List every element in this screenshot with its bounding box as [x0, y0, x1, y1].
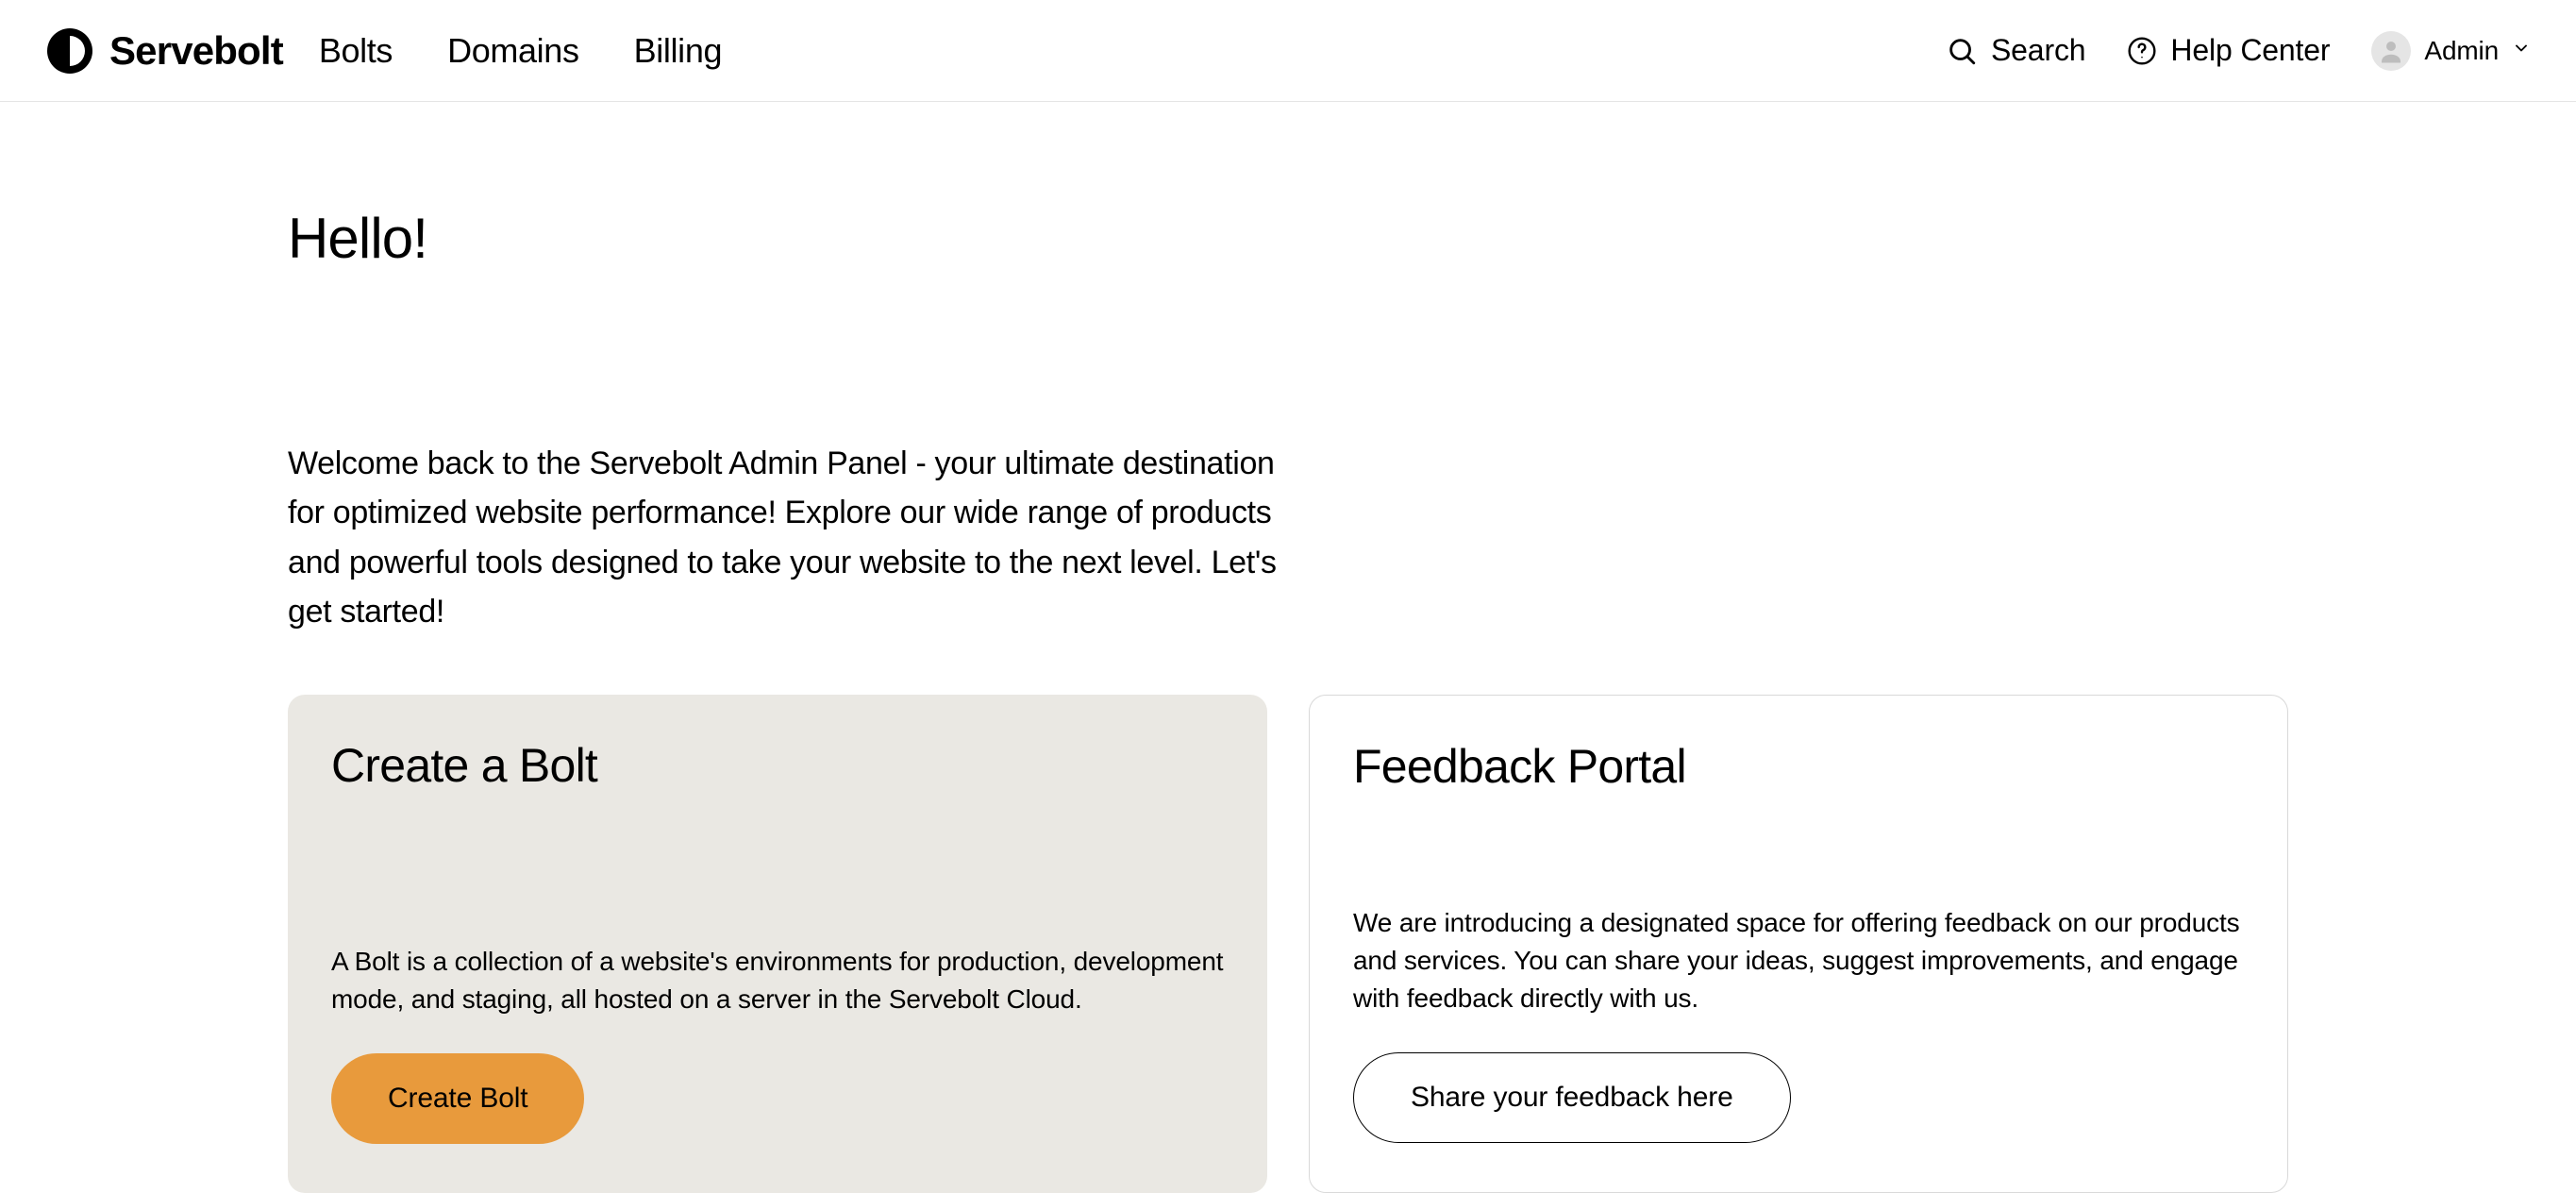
app-header: Servebolt Bolts Domains Billing Search — [0, 0, 2576, 102]
feedback-button[interactable]: Share your feedback here — [1353, 1052, 1791, 1143]
search-button[interactable]: Search — [1946, 33, 2085, 68]
chevron-down-icon — [2512, 39, 2531, 62]
search-icon — [1946, 35, 1978, 67]
user-name: Admin — [2424, 36, 2499, 66]
nav-bolts[interactable]: Bolts — [319, 31, 393, 71]
feedback-card: Feedback Portal We are introducing a des… — [1309, 695, 2288, 1193]
create-bolt-button[interactable]: Create Bolt — [331, 1053, 584, 1144]
help-label: Help Center — [2170, 33, 2330, 68]
logo-mark-icon — [45, 26, 94, 76]
create-bolt-card: Create a Bolt A Bolt is a collection of … — [288, 695, 1267, 1193]
feedback-title: Feedback Portal — [1353, 739, 2244, 794]
user-menu[interactable]: Admin — [2371, 31, 2531, 71]
cards-row: Create a Bolt A Bolt is a collection of … — [288, 695, 2288, 1193]
create-bolt-body: A Bolt is a collection of a website's en… — [331, 943, 1224, 1018]
help-icon — [2127, 36, 2157, 66]
logo[interactable]: Servebolt — [45, 26, 283, 76]
welcome-text: Welcome back to the Servebolt Admin Pane… — [288, 439, 1297, 636]
avatar — [2371, 31, 2411, 71]
search-label: Search — [1991, 33, 2085, 68]
feedback-body: We are introducing a designated space fo… — [1353, 904, 2244, 1017]
header-right: Search Help Center Admin — [1946, 31, 2531, 71]
nav-domains[interactable]: Domains — [447, 31, 579, 71]
help-center-button[interactable]: Help Center — [2127, 33, 2330, 68]
page-title: Hello! — [288, 206, 2288, 271]
wordmark: Servebolt — [109, 28, 283, 74]
create-bolt-title: Create a Bolt — [331, 738, 1224, 793]
nav-billing[interactable]: Billing — [634, 31, 723, 71]
main-content: Hello! Welcome back to the Servebolt Adm… — [250, 206, 2326, 1193]
main-nav: Bolts Domains Billing — [319, 31, 722, 71]
